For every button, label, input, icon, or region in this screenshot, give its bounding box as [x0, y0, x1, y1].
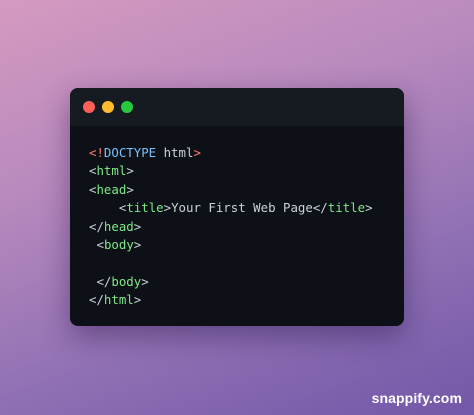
code-line: <html> [89, 162, 373, 180]
code-token-bracket: </ [96, 273, 112, 289]
code-token-bracket: </ [89, 292, 104, 308]
code-token-bracket: </ [89, 218, 104, 234]
code-line: <body> [89, 236, 373, 254]
brand-watermark: snappify.com [371, 390, 462, 406]
code-token-bracket: > [126, 181, 134, 197]
code-token-tag: title [327, 200, 366, 216]
code-token-bracket: < [96, 236, 104, 252]
code-line: <head> [89, 181, 373, 199]
code-line: <title>Your First Web Page</title> [89, 199, 373, 217]
code-token-bracket: </ [312, 200, 328, 216]
code-token-bracket: > [133, 236, 142, 252]
code-token-bracket: > [163, 200, 172, 216]
code-token-bracket: > [141, 273, 149, 289]
code-window: <!DOCTYPE html> <html> <head> <title>Your … [70, 88, 404, 326]
code-token-bracket: > [365, 200, 373, 216]
code-line: <!DOCTYPE html> [89, 144, 373, 162]
code-token-bracket: > [133, 292, 142, 308]
code-token-tag: head [103, 218, 134, 234]
code-token-text: html [156, 145, 194, 160]
code-token-tag: head [96, 181, 127, 197]
code-token-text: Your First Web Page [171, 200, 313, 216]
code-token-tag: body [103, 236, 134, 252]
code-token-tag: html [103, 292, 134, 308]
code-line: </html> [89, 291, 373, 309]
code-token-doctype-punct: <! [89, 145, 104, 160]
close-window-dot[interactable] [83, 101, 95, 113]
code-token-doctype-keyword: DOCTYPE [103, 145, 157, 160]
code-token-tag: title [126, 200, 164, 216]
window-titlebar [70, 88, 404, 126]
code-token-doctype-punct: > [193, 145, 201, 160]
code-block: <!DOCTYPE html> <html> <head> <title>Your … [89, 144, 373, 310]
code-line: </head> [89, 218, 373, 236]
maximize-window-dot[interactable] [121, 101, 133, 113]
code-token-tag: html [96, 163, 127, 179]
minimize-window-dot[interactable] [102, 101, 114, 113]
code-line: </body> [89, 273, 373, 291]
code-token-tag: body [111, 273, 142, 289]
code-token-bracket: > [133, 218, 142, 234]
code-token-bracket: > [126, 163, 134, 179]
